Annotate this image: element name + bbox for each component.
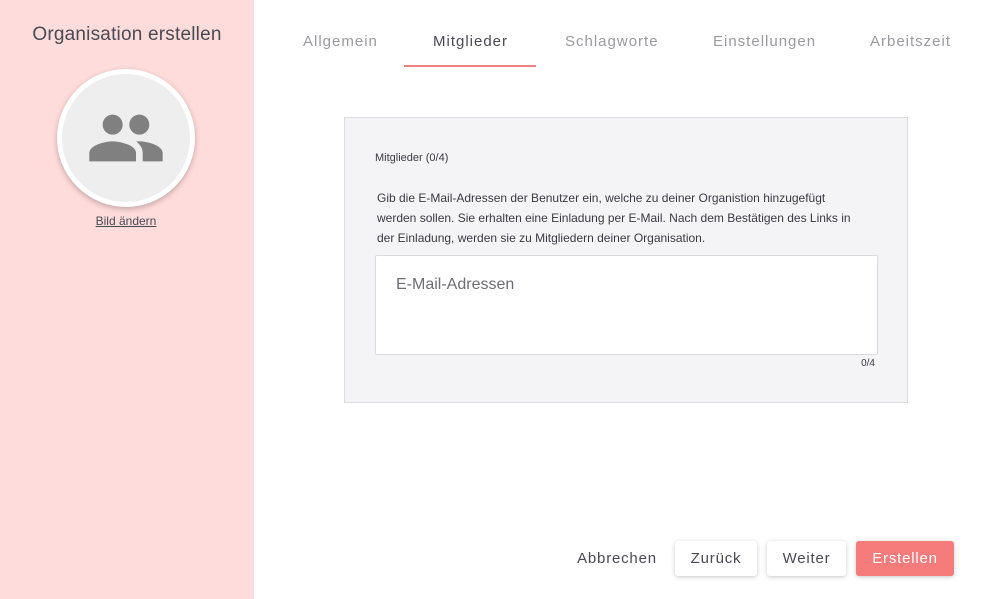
cancel-button[interactable]: Abbrechen [570, 541, 664, 576]
tab-arbeitszeit[interactable]: Arbeitszeit [870, 33, 951, 50]
members-description: Gib die E-Mail-Adressen der Benutzer ein… [377, 191, 851, 245]
email-addresses-field[interactable] [375, 255, 878, 355]
email-counter: 0/4 [861, 358, 875, 369]
sidebar: Organisation erstellen Bild ändern [0, 0, 254, 599]
members-card: Mitglieder (0/4) Gib die E-Mail-Adressen… [344, 117, 908, 403]
organisation-avatar[interactable] [57, 69, 195, 207]
tab-allgemein[interactable]: Allgemein [303, 33, 378, 50]
create-button[interactable]: Erstellen [856, 541, 954, 576]
tab-mitglieder[interactable]: Mitglieder [433, 33, 508, 50]
tab-bar: Allgemein Mitglieder Schlagworte Einstel… [270, 0, 999, 68]
next-button[interactable]: Weiter [767, 541, 846, 576]
members-heading: Mitglieder (0/4) [375, 152, 449, 164]
tab-schlagworte[interactable]: Schlagworte [565, 33, 659, 50]
tab-einstellungen[interactable]: Einstellungen [713, 33, 816, 50]
back-button[interactable]: Zurück [675, 541, 757, 576]
email-addresses-input[interactable] [376, 256, 877, 354]
active-tab-indicator [404, 65, 536, 67]
sidebar-title: Organisation erstellen [32, 24, 222, 45]
create-organisation-dialog: Organisation erstellen Bild ändern Allge… [0, 0, 999, 599]
change-image-link[interactable]: Bild ändern [0, 214, 252, 228]
group-icon [89, 114, 163, 162]
